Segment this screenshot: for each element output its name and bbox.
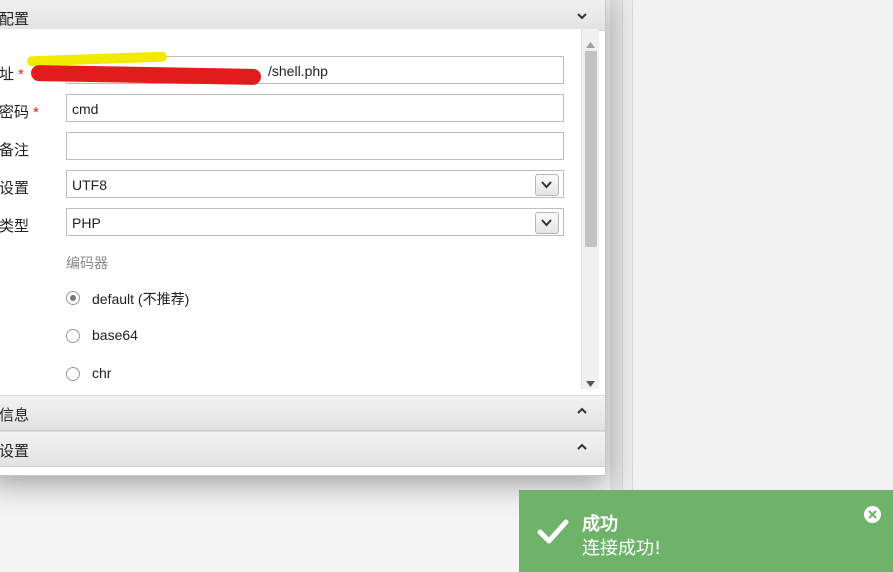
field-label: 址 * bbox=[0, 66, 24, 83]
background-strip bbox=[610, 0, 622, 572]
radio-button[interactable] bbox=[66, 329, 80, 343]
form-scrollbar[interactable] bbox=[581, 29, 599, 389]
encoder-group-title: 编码器 bbox=[66, 255, 108, 271]
radio-button[interactable] bbox=[66, 367, 80, 381]
section-header-other[interactable]: 设置 bbox=[0, 431, 605, 467]
section-title: 设置 bbox=[0, 443, 30, 460]
password-row: 密码 * cmd bbox=[0, 94, 581, 126]
check-icon bbox=[537, 518, 569, 547]
section-header-info[interactable]: 信息 bbox=[0, 395, 605, 431]
chevron-down-icon[interactable] bbox=[535, 212, 559, 234]
field-label: 设置 bbox=[0, 180, 30, 197]
shell-edit-dialog: 配置 址 * /shell.php 密码 * cmd 备注 设置 UTF8 类型… bbox=[0, 0, 606, 476]
form-area: 址 * /shell.php 密码 * cmd 备注 设置 UTF8 类型 PHP bbox=[0, 29, 581, 389]
chevron-up-icon[interactable] bbox=[575, 440, 591, 456]
chevron-down-icon[interactable] bbox=[535, 174, 559, 196]
field-label: 密码 * bbox=[0, 104, 39, 121]
radio-label: base64 bbox=[92, 327, 138, 343]
toast-title: 成功 bbox=[582, 514, 618, 535]
chevron-up-icon[interactable] bbox=[575, 404, 591, 420]
field-label: 类型 bbox=[0, 218, 30, 235]
toast-message: 连接成功! bbox=[582, 538, 662, 559]
close-icon[interactable] bbox=[864, 506, 881, 523]
section-header-basic[interactable]: 配置 bbox=[0, 0, 605, 31]
section-title: 配置 bbox=[0, 11, 30, 28]
selected-value: UTF8 bbox=[72, 177, 107, 193]
note-row: 备注 bbox=[0, 132, 581, 164]
radio-label: default (不推荐) bbox=[92, 291, 190, 307]
type-row: 类型 PHP bbox=[0, 208, 581, 240]
background-panel bbox=[632, 0, 893, 572]
encoding-row: 设置 UTF8 bbox=[0, 170, 581, 202]
selected-value: PHP bbox=[72, 215, 101, 231]
section-title: 信息 bbox=[0, 407, 30, 424]
type-select[interactable]: PHP bbox=[66, 208, 564, 236]
encoding-select[interactable]: UTF8 bbox=[66, 170, 564, 198]
scroll-up-arrow[interactable] bbox=[586, 35, 595, 48]
scroll-down-arrow[interactable] bbox=[586, 374, 595, 387]
success-toast: 成功 连接成功! bbox=[519, 490, 893, 572]
field-label: 备注 bbox=[0, 142, 30, 159]
radio-label: chr bbox=[92, 365, 112, 381]
note-input[interactable] bbox=[66, 132, 564, 160]
radio-button[interactable] bbox=[66, 291, 80, 305]
password-input[interactable]: cmd bbox=[66, 94, 564, 122]
chevron-down-icon[interactable] bbox=[575, 9, 591, 25]
scroll-thumb[interactable] bbox=[585, 51, 597, 247]
